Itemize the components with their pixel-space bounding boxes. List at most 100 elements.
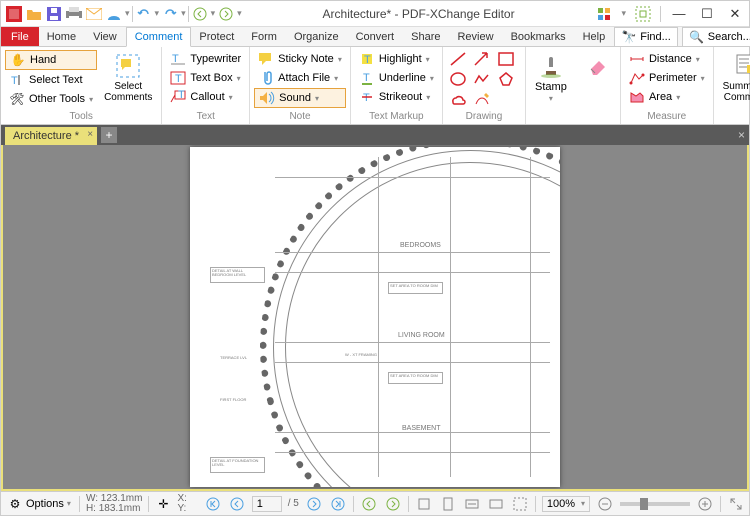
minimize-button[interactable]: — [669,4,689,24]
callout-icon: T [170,89,186,105]
document-viewport[interactable]: BEDROOMS LIVING ROOM BASEMENT DETAIL AT … [1,145,749,491]
zoom-in-icon[interactable] [696,495,714,513]
zoom-fitpage-icon[interactable] [439,495,457,513]
zoom-input[interactable]: 100%▾ [542,496,590,512]
svg-text:T: T [178,90,185,101]
distance-button[interactable]: Distance▾ [625,50,709,68]
rect-icon[interactable] [495,50,517,68]
prev-page-icon[interactable] [228,495,246,513]
cloud-icon[interactable] [447,90,469,108]
stamp-button[interactable]: Stamp ▾ [530,50,572,107]
maximize-button[interactable]: ☐ [697,4,717,24]
sound-icon [259,90,275,106]
tab-share[interactable]: Share [403,27,449,46]
tab-home[interactable]: Home [39,27,85,46]
sticky-note-button[interactable]: Sticky Note▾ [254,50,346,68]
close-button[interactable]: ✕ [725,4,745,24]
tab-bookmarks[interactable]: Bookmarks [503,27,575,46]
search-button[interactable]: 🔍Search... [682,27,750,47]
undo-icon[interactable] [135,5,153,23]
search-label: Search... [708,31,750,43]
callout-button[interactable]: TCallout▾ [166,88,245,106]
tools-icon: 🛠 [9,91,25,107]
summarize-comments-button[interactable]: Summarize Comments [718,50,750,106]
tab-review[interactable]: Review [449,27,502,46]
underline-icon: T [359,70,375,86]
redo-icon[interactable] [161,5,179,23]
scan-icon[interactable] [105,5,123,23]
height-readout: H: 183.1mm [86,504,143,514]
nav-back2-icon[interactable] [360,495,378,513]
first-page-icon[interactable] [204,495,222,513]
underline-button[interactable]: TUnderline▾ [355,69,438,87]
select-comments-button[interactable]: Select Comments [99,50,157,106]
app-icon[interactable] [5,5,23,23]
next-page-icon[interactable] [305,495,323,513]
arrow-icon[interactable] [471,50,493,68]
tab-convert[interactable]: Convert [348,27,404,46]
page-input[interactable]: 1 [252,496,282,512]
close-all-icon[interactable]: × [738,128,745,142]
other-tools[interactable]: 🛠Other Tools▾ [5,90,97,108]
doc-tab-architecture[interactable]: Architecture *× [5,127,97,145]
group-measure: Distance▾ Perimeter▾ Area▾ Measure [621,47,714,124]
attach-file-button[interactable]: Attach File▾ [254,69,346,87]
nav-fwd-icon[interactable] [217,5,235,23]
highlight-button[interactable]: THighlight▾ [355,50,438,68]
eraser-icon [585,53,611,79]
zoom-slider[interactable] [620,502,690,506]
area-button[interactable]: Area▾ [625,88,709,106]
add-doc-tab[interactable]: + [101,127,117,143]
group-drawing: Drawing [443,47,526,124]
line-icon[interactable] [447,50,469,68]
ui-options-icon[interactable] [595,5,613,23]
select-text-tool[interactable]: TSelect Text [5,71,97,89]
svg-text:T: T [172,53,179,65]
tab-help[interactable]: Help [575,27,615,46]
perimeter-button[interactable]: Perimeter▾ [625,69,709,87]
tab-view[interactable]: View [85,27,126,46]
tab-comment[interactable]: Comment [126,27,192,47]
text-cursor-icon: T [9,72,25,88]
width-readout: W: 123.1mm [86,494,143,504]
perimeter-icon [629,70,645,86]
nav-back-icon[interactable] [191,5,209,23]
oval-icon[interactable] [447,70,469,88]
close-doc-icon[interactable]: × [87,129,93,140]
save-icon[interactable] [45,5,63,23]
eraser-button[interactable] [580,50,616,82]
quick-access-toolbar: ▾ ▾ ▾ ▾ ▾ [5,5,242,23]
zoom-out-icon[interactable] [596,495,614,513]
label-livingroom: LIVING ROOM [398,332,445,339]
textbox-button[interactable]: TText Box▾ [166,69,245,87]
zoom-fitvisible-icon[interactable] [487,495,505,513]
tab-organize[interactable]: Organize [286,27,348,46]
print-icon[interactable] [65,5,83,23]
find-button[interactable]: 🔭Find... [614,27,678,47]
expand-icon[interactable] [727,495,745,513]
email-icon[interactable] [85,5,103,23]
svg-text:T: T [363,92,370,104]
zoom-rect-icon[interactable] [511,495,529,513]
nav-fwd2-icon[interactable] [384,495,402,513]
typewriter-button[interactable]: TTypewriter [166,50,245,68]
sound-button[interactable]: Sound▾ [254,88,346,108]
polygon-icon[interactable] [495,70,517,88]
polyline-icon[interactable] [471,70,493,88]
area-icon [629,89,645,105]
launch-icon[interactable] [634,5,652,23]
open-icon[interactable] [25,5,43,23]
pencil-icon[interactable] [471,90,493,108]
zoom-actual-icon[interactable] [415,495,433,513]
zoom-fitwidth-icon[interactable] [463,495,481,513]
options-button[interactable]: ⚙Options▾ [5,494,73,514]
hand-tool[interactable]: ✋Hand [5,50,97,70]
strikeout-button[interactable]: TStrikeout▾ [355,88,438,106]
file-tab[interactable]: File [1,27,39,46]
tab-form[interactable]: Form [243,27,286,46]
search-icon: 🔍 [689,29,705,45]
last-page-icon[interactable] [329,495,347,513]
stamp-icon [538,53,564,79]
tab-protect[interactable]: Protect [191,27,243,46]
group-stamp: Stamp ▾ [526,47,576,124]
